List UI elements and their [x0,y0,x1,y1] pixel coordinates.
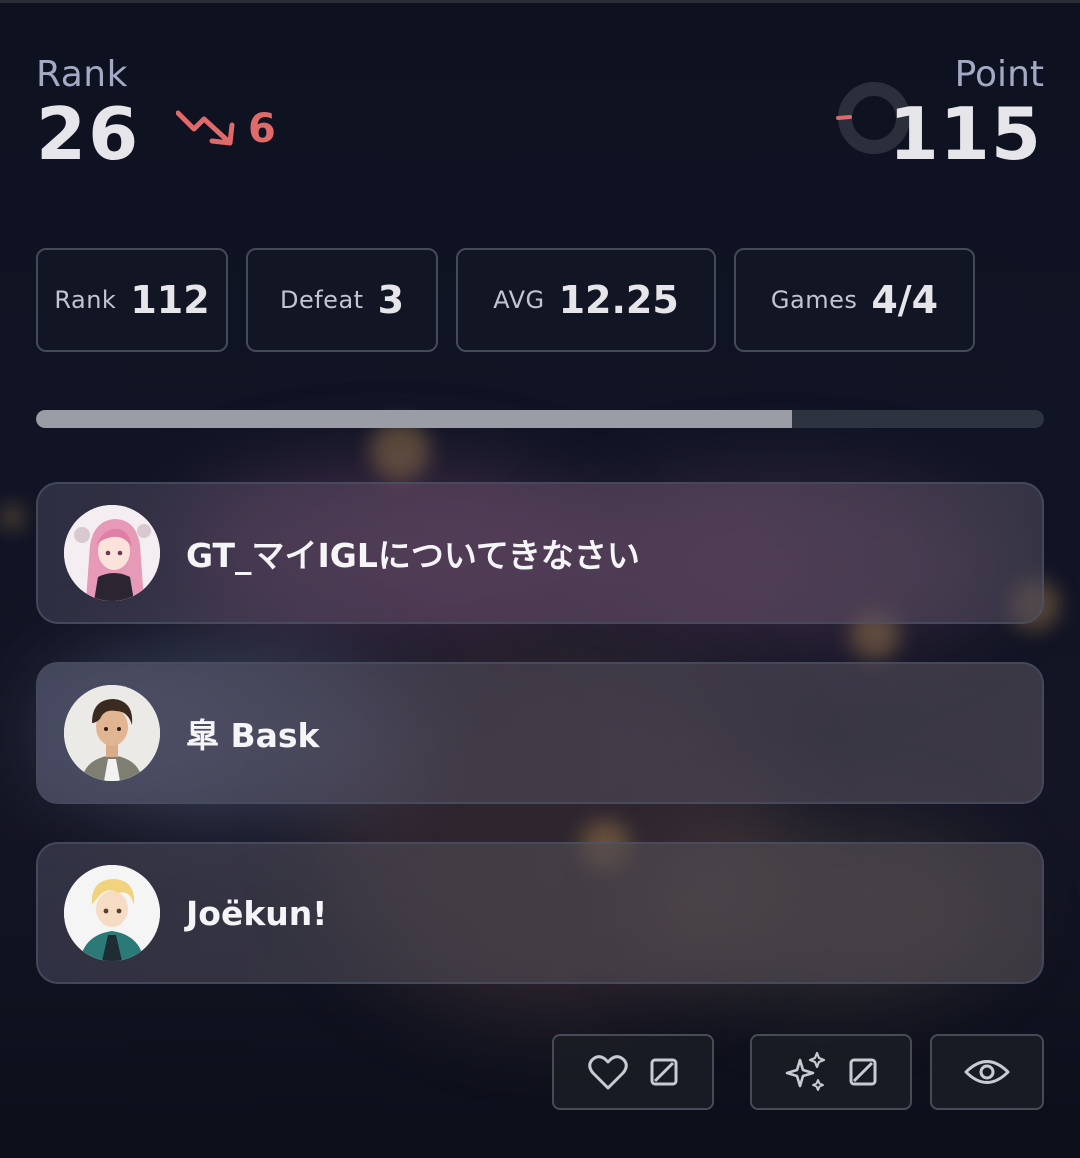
stat-chip-games: Games 4/4 [734,248,975,352]
bokeh-light [370,420,430,480]
stat-label: AVG [493,286,545,314]
blonde-boy-avatar [64,865,160,961]
stat-value: 4/4 [871,278,939,322]
point-value: 115 [888,92,1042,176]
ranking-card: Rank 26 6 Point 115 Rank 112 Defeat 3 AV… [0,0,1080,1158]
stat-value: 12.25 [558,278,679,322]
stat-value: 112 [130,278,210,322]
rank-change: 6 [176,106,276,152]
square-slash-icon [848,1057,878,1087]
rank-value: 26 [36,92,141,176]
rank-label: Rank [36,54,128,95]
top-border [0,0,1080,3]
sparkles-icon [784,1050,828,1094]
stat-label: Games [770,286,858,314]
pink-hair-anime-avatar [64,505,160,601]
stat-chip-defeat: Defeat 3 [246,248,438,352]
dark-hair-man-avatar [64,685,160,781]
progress-bar [36,410,1044,428]
player-name: Joëkun! [186,893,328,933]
view-button[interactable] [930,1034,1044,1110]
heart-icon [587,1053,629,1091]
bokeh-light [0,505,24,529]
player-name: GT_マイIGLについてきなさい [186,536,640,575]
square-slash-icon [649,1057,679,1087]
stat-label: Rank [54,286,117,314]
player-row[interactable]: Joëkun! [36,842,1044,984]
trend-down-icon [176,109,238,149]
rank-change-value: 6 [248,106,276,152]
player-row[interactable]: 皐 Bask [36,662,1044,804]
player-row[interactable]: GT_マイIGLについてきなさい [36,482,1044,624]
player-name: 皐 Bask [186,716,320,755]
stat-chip-rank: Rank 112 [36,248,228,352]
stat-chip-avg: AVG 12.25 [456,248,716,352]
progress-fill [36,410,792,428]
like-button[interactable] [552,1034,714,1110]
sparkle-button[interactable] [750,1034,912,1110]
stat-value: 3 [377,278,405,322]
eye-icon [964,1057,1010,1087]
stat-label: Defeat [279,286,364,314]
point-label: Point [954,54,1044,95]
